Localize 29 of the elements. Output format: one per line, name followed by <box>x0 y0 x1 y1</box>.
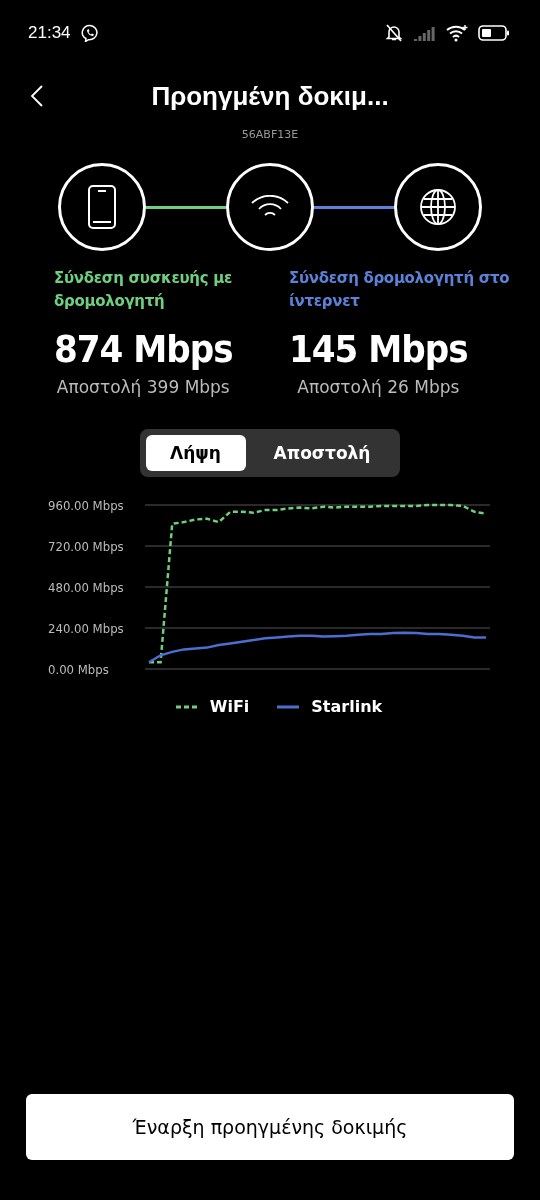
upload-speed: Αποστολή 26 Mbps <box>297 377 460 397</box>
page-title: Προηγμένη δοκιμ... <box>150 80 390 112</box>
legend-label: WiFi <box>209 697 250 716</box>
axis-label: 480.00 Mbps <box>48 580 124 595</box>
download-speed: 874 Mbps <box>54 327 233 371</box>
phone-icon <box>87 184 117 230</box>
upload-speed: Αποστολή 399 Mbps <box>56 377 230 397</box>
battery-icon <box>478 25 510 41</box>
dashed-line-icon <box>175 704 198 709</box>
signal-icon <box>414 25 436 41</box>
axis-label: 720.00 Mbps <box>48 539 124 554</box>
wifi-icon <box>446 24 468 42</box>
back-icon <box>30 84 44 108</box>
download-speed: 145 Mbps <box>289 327 468 371</box>
tab[interactable]: Λήψη <box>145 435 246 471</box>
device-id: 56ABF13E <box>240 128 300 141</box>
start-test-button[interactable]: Έναρξη προηγμένης δοκιμής <box>26 1094 514 1160</box>
legend-label: Starlink <box>311 697 383 716</box>
status-time: 21:34 <box>28 23 71 43</box>
chat-app-icon <box>80 24 99 42</box>
globe-icon <box>419 188 457 226</box>
connection-label: Σύνδεση συσκευής με δρομολογητή <box>54 268 233 312</box>
axis-label: 960.00 Mbps <box>48 498 124 513</box>
mute-bell-icon <box>384 24 404 42</box>
axis-label: 240.00 Mbps <box>48 621 124 636</box>
axis-label: 0.00 Mbps <box>48 662 109 677</box>
tab[interactable]: Αποστολή <box>249 435 395 471</box>
solid-line-icon <box>277 704 300 709</box>
connection-label: Σύνδεση δρομολογητή στο ίντερνετ <box>289 268 511 312</box>
